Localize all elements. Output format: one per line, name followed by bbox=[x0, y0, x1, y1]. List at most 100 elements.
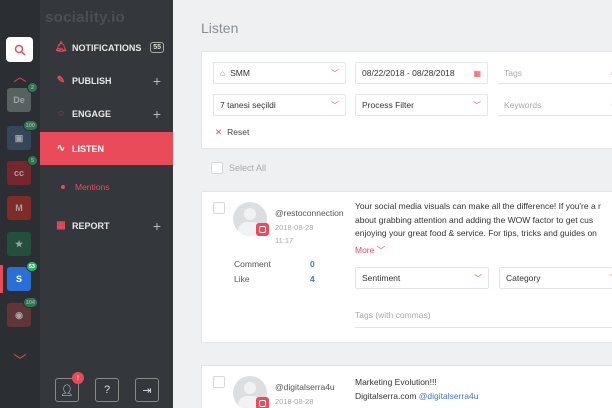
main-content: Listen ⌂ SMM ﹀ 08/22/2018 - 08/28/2018 ▦… bbox=[173, 0, 612, 408]
nav-mentions[interactable]: Mentions bbox=[40, 180, 173, 194]
tag-icon: ⌂ bbox=[220, 68, 226, 78]
mention-checkbox[interactable] bbox=[213, 376, 225, 388]
account-item[interactable]: ◉ 104 bbox=[7, 297, 38, 327]
process-filter-value: Process Filter bbox=[362, 100, 414, 110]
account-badge: 104 bbox=[22, 297, 38, 308]
comment-count: 0 bbox=[310, 259, 315, 269]
source-select[interactable]: ⌂ SMM ﹀ bbox=[213, 62, 346, 84]
date-range-value: 08/22/2018 - 08/28/2018 bbox=[362, 68, 455, 78]
nav-mentions-label: Mentions bbox=[75, 182, 110, 192]
mention-checkbox[interactable] bbox=[213, 202, 225, 214]
bell-icon: 🔔︎ bbox=[54, 42, 68, 53]
add-icon[interactable]: + bbox=[153, 106, 161, 122]
reset-label: Reset bbox=[227, 127, 250, 137]
mention-text-line: Digitalserra.com @digitalserra4u bbox=[355, 390, 612, 404]
select-all[interactable]: Select All bbox=[211, 162, 266, 174]
sentiment-label: Sentiment bbox=[362, 273, 401, 283]
account-item[interactable]: De 2 bbox=[7, 82, 38, 112]
sociality-account-icon: S bbox=[15, 274, 22, 284]
account-item-active[interactable]: S 53 bbox=[7, 261, 38, 291]
mention-date: 2018-08-28 bbox=[275, 397, 314, 406]
category-label: Category bbox=[506, 273, 541, 283]
sentiment-select[interactable]: Sentiment ﹀ bbox=[355, 267, 489, 289]
process-filter-select[interactable]: Process Filter ﹀ bbox=[355, 94, 488, 116]
instagram-icon bbox=[256, 223, 269, 236]
mention-handle-link[interactable]: @digitalserra4u bbox=[419, 391, 479, 401]
nav-engage-label: ENGAGE bbox=[72, 108, 112, 119]
mention-username[interactable]: @digitalserra4u bbox=[275, 382, 335, 392]
nav-report-label: REPORT bbox=[72, 220, 110, 231]
nav-report[interactable]: ▦ REPORT + bbox=[40, 209, 173, 242]
more-link[interactable]: More ﹀ bbox=[355, 244, 385, 256]
tags-placeholder: Tags bbox=[504, 67, 522, 78]
account-item[interactable]: ★ bbox=[7, 232, 31, 256]
chevron-down-icon: ﹀ bbox=[473, 100, 481, 110]
nav-notifications[interactable]: 🔔︎ NOTIFICATIONS 55 bbox=[40, 31, 173, 64]
accounts-select[interactable]: 7 tanesi seçildi ﹀ bbox=[213, 94, 346, 116]
tags-input[interactable]: Tags ⌂ bbox=[498, 62, 612, 84]
alert-badge: ! bbox=[72, 372, 84, 384]
help-icon: ? bbox=[103, 384, 111, 396]
account-badge: 2 bbox=[27, 82, 38, 93]
nav-notifications-label: NOTIFICATIONS bbox=[72, 42, 142, 53]
profile-button[interactable]: 👤︎ ! bbox=[55, 372, 84, 402]
logout-button[interactable]: ⇥ bbox=[135, 378, 159, 402]
mention-tags-placeholder: Tags (with commas) bbox=[355, 310, 431, 320]
close-icon: ✕ bbox=[215, 127, 223, 137]
sidebar: sociality.io 🔔︎ NOTIFICATIONS 55 ✎ PUBLI… bbox=[40, 0, 173, 408]
mention-card: @digitalserra4u 2018-08-28 Marketing Evo… bbox=[201, 365, 612, 408]
cocacola-account-icon: cc bbox=[13, 168, 24, 178]
account-item[interactable]: M bbox=[7, 196, 31, 220]
starbucks-account-icon: ★ bbox=[14, 238, 24, 249]
mention-text: Your social media visuals can make all t… bbox=[355, 200, 612, 241]
account-rail: ︿ De 2 ▣ 100 cc 5 M ★ S 53 ◉ 104 ﹀ bbox=[0, 0, 40, 408]
nav-listen[interactable]: ∿ LISTEN bbox=[40, 132, 173, 165]
scroll-down-icon[interactable]: ﹀ bbox=[0, 350, 40, 369]
source-select-value: SMM bbox=[230, 68, 250, 78]
logout-icon: ⇥ bbox=[142, 384, 152, 397]
chevron-down-icon: ﹀ bbox=[474, 273, 482, 283]
category-select[interactable]: Category ﹀ bbox=[499, 267, 612, 289]
chart-icon: ▦ bbox=[56, 220, 66, 231]
nav-engage[interactable]: ◌ ENGAGE + bbox=[40, 97, 173, 130]
page-title: Listen bbox=[201, 20, 239, 36]
mention-card: @restoconnection 2018-08-28 11:17 Commen… bbox=[201, 191, 612, 343]
keywords-placeholder: Keywords bbox=[504, 99, 542, 110]
mention-text-prefix: Digitalserra.com bbox=[355, 390, 419, 401]
account-badge: 53 bbox=[25, 261, 38, 272]
active-account-indicator bbox=[0, 265, 3, 293]
add-icon[interactable]: + bbox=[153, 218, 161, 234]
mention-text-line: enjoying your great food & service. For … bbox=[355, 228, 597, 238]
help-button[interactable]: ? bbox=[95, 378, 119, 402]
mention-username[interactable]: @restoconnection bbox=[275, 208, 344, 218]
nav-publish[interactable]: ✎ PUBLISH + bbox=[40, 64, 173, 97]
date-range-field[interactable]: 08/22/2018 - 08/28/2018 ▦ bbox=[355, 62, 488, 84]
chevron-down-icon: ﹀ bbox=[331, 100, 339, 110]
calendar-icon: ▦ bbox=[473, 68, 481, 78]
search-icon bbox=[14, 44, 26, 56]
reset-button[interactable]: ✕ Reset bbox=[215, 127, 249, 138]
account-badge: 5 bbox=[27, 155, 38, 166]
mention-time: 11:17 bbox=[275, 236, 294, 245]
mention-date: 2018-08-28 bbox=[275, 223, 314, 232]
select-all-label: Select All bbox=[229, 163, 267, 173]
chat-bubble-icon: ◌ bbox=[58, 108, 64, 119]
mention-text-line: Marketing Evolution!!! bbox=[355, 377, 437, 387]
account-badge: 100 bbox=[22, 120, 38, 131]
keywords-input[interactable]: Keywords ○ bbox=[498, 94, 612, 116]
mention-text-line: Your social media visuals can make all t… bbox=[355, 201, 601, 211]
account-item[interactable]: cc 5 bbox=[7, 155, 38, 185]
nav-listen-label: LISTEN bbox=[72, 143, 105, 154]
mention-tags-input[interactable]: Tags (with commas) bbox=[355, 310, 612, 328]
mention-text: Marketing Evolution!!! Digitalserra.com … bbox=[355, 376, 612, 403]
like-count: 4 bbox=[310, 274, 315, 284]
account-item[interactable]: ▣ 100 bbox=[7, 120, 38, 150]
filter-panel: ⌂ SMM ﹀ 08/22/2018 - 08/28/2018 ▦ Tags ⌂… bbox=[201, 51, 612, 149]
add-icon[interactable]: + bbox=[153, 73, 161, 89]
select-all-checkbox[interactable] bbox=[211, 162, 223, 174]
lock-account-icon: ◉ bbox=[15, 309, 23, 320]
chevron-down-icon: ﹀ bbox=[376, 245, 386, 255]
bullet-icon bbox=[61, 185, 65, 189]
comment-label: Comment bbox=[234, 259, 271, 269]
search-button[interactable] bbox=[6, 37, 33, 62]
